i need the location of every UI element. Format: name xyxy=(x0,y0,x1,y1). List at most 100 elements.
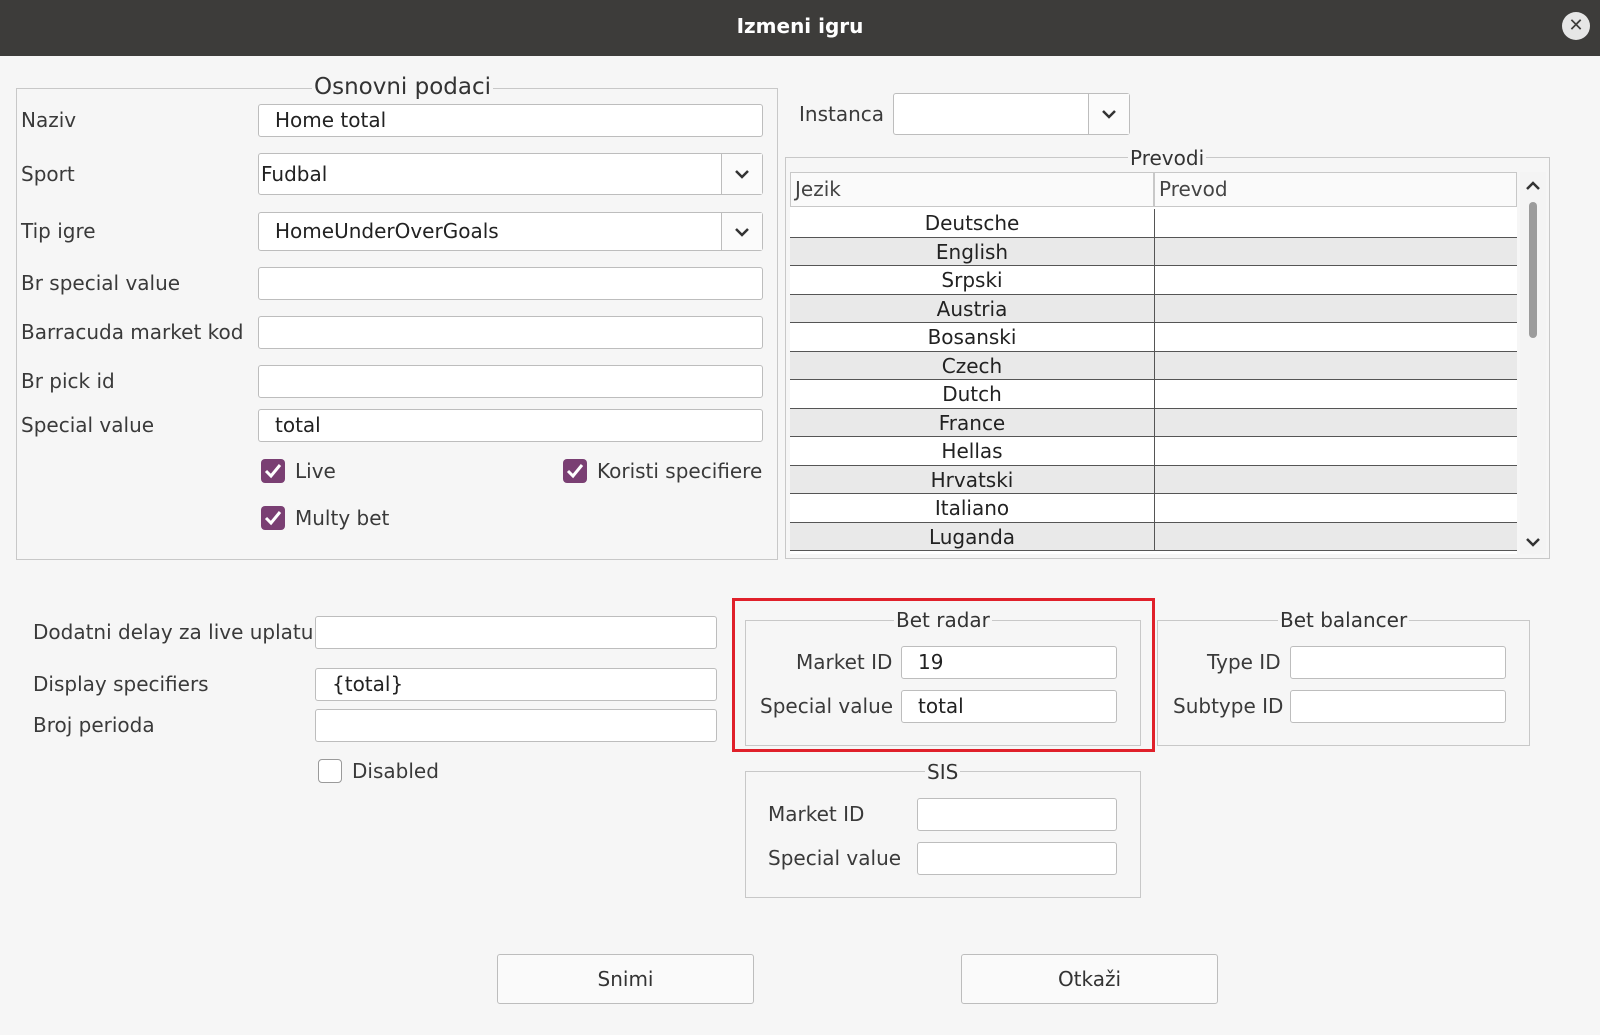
table-scrollbar[interactable] xyxy=(1520,172,1546,554)
sis-special-value-label: Special value xyxy=(768,846,902,870)
type-id-input[interactable] xyxy=(1290,646,1506,679)
check-icon xyxy=(264,464,282,479)
broj-perioda-input[interactable] xyxy=(315,709,717,742)
multy-bet-checkbox[interactable] xyxy=(261,506,285,530)
cell-prevod[interactable] xyxy=(1155,466,1517,494)
chevron-down-icon xyxy=(735,227,749,237)
broj-perioda-label: Broj perioda xyxy=(33,713,155,737)
sport-dropdown-button[interactable] xyxy=(721,154,762,194)
table-row[interactable]: Hellas xyxy=(790,437,1517,466)
br-special-value-label: Br special value xyxy=(21,271,181,295)
cell-prevod[interactable] xyxy=(1155,494,1517,522)
cell-prevod[interactable] xyxy=(1155,209,1517,237)
table-row[interactable]: Bosanski xyxy=(790,323,1517,352)
cell-jezik: Italiano xyxy=(790,494,1155,522)
cell-prevod[interactable] xyxy=(1155,295,1517,323)
table-row[interactable]: Dutch xyxy=(790,380,1517,409)
table-row[interactable]: Hrvatski xyxy=(790,465,1517,494)
cell-prevod[interactable] xyxy=(1155,352,1517,380)
instanca-label: Instanca xyxy=(799,102,885,126)
close-icon[interactable]: ✕ xyxy=(1562,12,1590,40)
barracuda-market-kod-input[interactable] xyxy=(258,316,763,349)
disabled-checkbox[interactable] xyxy=(318,759,342,783)
save-button[interactable]: Snimi xyxy=(497,954,754,1004)
koristi-specifiere-checkbox[interactable] xyxy=(563,459,587,483)
dodatni-delay-label: Dodatni delay za live uplatu xyxy=(33,620,314,644)
sport-label: Sport xyxy=(21,162,75,186)
column-header-jezik[interactable]: Jezik xyxy=(790,172,1154,207)
bet-balancer-group xyxy=(1157,620,1530,746)
special-value-label: Special value xyxy=(21,413,155,437)
sport-combo[interactable]: Fudbal xyxy=(258,153,763,195)
chevron-down-icon[interactable] xyxy=(1525,536,1541,548)
bet-balancer-legend: Bet balancer xyxy=(1278,608,1410,632)
prevodi-legend: Prevodi xyxy=(1128,146,1207,170)
dodatni-delay-input[interactable] xyxy=(315,616,717,649)
chevron-down-icon xyxy=(735,170,749,179)
instanca-combo[interactable] xyxy=(893,93,1130,135)
naziv-label: Naziv xyxy=(21,108,77,132)
cell-prevod[interactable] xyxy=(1155,523,1517,551)
sis-group xyxy=(745,771,1141,898)
table-row[interactable]: Luganda xyxy=(790,522,1517,551)
table-row[interactable]: Austria xyxy=(790,294,1517,323)
display-specifiers-input[interactable]: {total} xyxy=(315,668,717,701)
tip-igre-label: Tip igre xyxy=(21,219,96,243)
cell-jezik: Luganda xyxy=(790,522,1155,550)
cell-jezik: France xyxy=(790,408,1155,436)
display-specifiers-label: Display specifiers xyxy=(33,672,209,696)
instanca-dropdown-button[interactable] xyxy=(1088,94,1129,134)
subtype-id-label: Subtype ID xyxy=(1173,694,1284,718)
disabled-label: Disabled xyxy=(352,759,439,783)
table-row[interactable]: Italiano xyxy=(790,494,1517,523)
sis-market-id-input[interactable] xyxy=(917,798,1117,831)
br-special-value-input[interactable] xyxy=(258,267,763,300)
cell-prevod[interactable] xyxy=(1155,409,1517,437)
window-title: Izmeni igru xyxy=(736,14,864,38)
tip-igre-dropdown-button[interactable] xyxy=(721,213,762,250)
cell-jezik: Srpski xyxy=(790,266,1155,294)
tip-igre-combo[interactable]: HomeUnderOverGoals xyxy=(258,212,763,251)
cell-prevod[interactable] xyxy=(1155,266,1517,294)
table-row[interactable]: Srpski xyxy=(790,266,1517,295)
table-row[interactable]: France xyxy=(790,408,1517,437)
chevron-up-icon[interactable] xyxy=(1525,180,1541,192)
check-icon xyxy=(566,464,584,479)
column-header-prevod[interactable]: Prevod xyxy=(1154,172,1517,207)
scrollbar-thumb[interactable] xyxy=(1529,202,1537,338)
cell-jezik: Czech xyxy=(790,351,1155,379)
table-row[interactable]: English xyxy=(790,237,1517,266)
multy-bet-label: Multy bet xyxy=(295,506,390,530)
highlight-box xyxy=(732,598,1155,752)
cell-jezik: Deutsche xyxy=(790,209,1155,237)
live-checkbox[interactable] xyxy=(261,459,285,483)
type-id-label: Type ID xyxy=(1207,650,1281,674)
check-icon xyxy=(264,511,282,526)
translations-table: Jezik Prevod Deutsche English Srpski Austri… xyxy=(790,172,1517,554)
koristi-specifiere-label: Koristi specifiere xyxy=(597,459,763,483)
sis-legend: SIS xyxy=(925,760,961,784)
cell-prevod[interactable] xyxy=(1155,323,1517,351)
special-value-input[interactable]: total xyxy=(258,409,763,442)
subtype-id-input[interactable] xyxy=(1290,690,1506,723)
live-label: Live xyxy=(295,459,336,483)
cancel-button[interactable]: Otkaži xyxy=(961,954,1218,1004)
cell-prevod[interactable] xyxy=(1155,437,1517,465)
cell-jezik: Dutch xyxy=(790,380,1155,408)
br-pick-id-label: Br pick id xyxy=(21,369,115,393)
barracuda-market-kod-label: Barracuda market kod xyxy=(21,320,244,344)
cell-jezik: Austria xyxy=(790,294,1155,322)
table-row[interactable]: Czech xyxy=(790,351,1517,380)
br-pick-id-input[interactable] xyxy=(258,365,763,398)
cell-jezik: Hellas xyxy=(790,437,1155,465)
cell-jezik: Bosanski xyxy=(790,323,1155,351)
naziv-input[interactable]: Home total xyxy=(258,104,763,137)
cell-jezik: English xyxy=(790,237,1155,265)
cell-jezik: Hrvatski xyxy=(790,465,1155,493)
sis-market-id-label: Market ID xyxy=(768,802,865,826)
cell-prevod[interactable] xyxy=(1155,238,1517,266)
table-row[interactable]: Deutsche xyxy=(790,209,1517,238)
tip-igre-combo-value: HomeUnderOverGoals xyxy=(275,219,499,243)
sis-special-value-input[interactable] xyxy=(917,842,1117,875)
cell-prevod[interactable] xyxy=(1155,380,1517,408)
